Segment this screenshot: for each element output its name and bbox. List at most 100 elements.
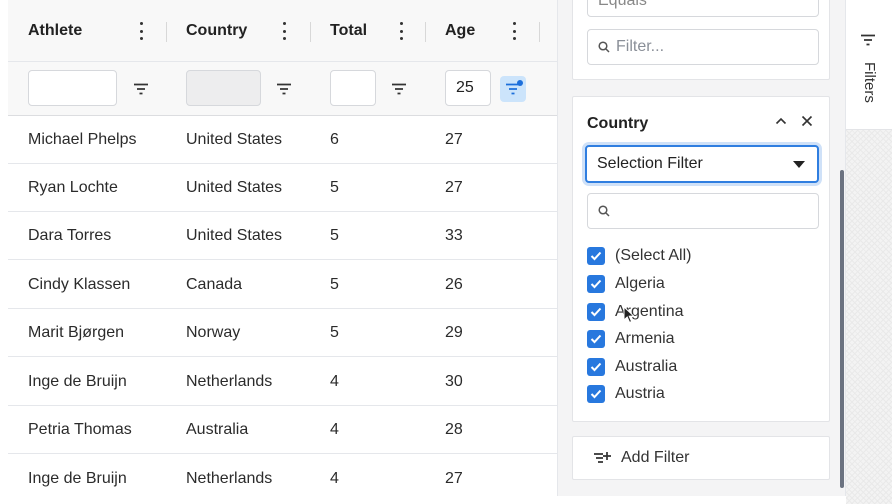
country-filter-title: Country (587, 115, 649, 132)
checkbox-checked[interactable] (587, 358, 605, 376)
cell-athlete: Dara Torres (28, 227, 112, 244)
data-grid: Athlete Country Total Age 25 Michael Phe… (8, 0, 558, 496)
filters-tool-panel: Equals Filter... Country Selection Filte… (558, 0, 846, 496)
athlete-filter-button[interactable] (128, 76, 154, 102)
cell-total: 5 (330, 227, 339, 244)
cell-athlete: Petria Thomas (28, 421, 132, 438)
cell-country: Netherlands (186, 373, 273, 390)
cell-age: 26 (445, 276, 463, 293)
cell-country: Norway (186, 324, 241, 341)
cell-athlete: Michael Phelps (28, 131, 137, 148)
floating-filter-row: 25 (8, 62, 557, 116)
total-filter-button[interactable] (386, 76, 412, 102)
filter-type-dropdown[interactable]: Selection Filter (585, 145, 819, 183)
checkbox-checked[interactable] (587, 330, 605, 348)
option-argentina[interactable]: Argentina (587, 301, 684, 323)
check-icon (590, 307, 602, 317)
cell-country: United States (186, 131, 283, 148)
cell-total: 5 (330, 324, 339, 341)
cell-age: 27 (445, 470, 463, 487)
cell-total: 6 (330, 131, 339, 148)
option-austria[interactable]: Austria (587, 383, 665, 405)
add-filter-label: Add Filter (621, 449, 690, 466)
age-filter-button-active[interactable] (500, 76, 526, 102)
total-filter-input[interactable] (330, 70, 376, 106)
checkbox-checked[interactable] (587, 275, 605, 293)
check-icon (590, 251, 602, 261)
close-icon[interactable] (801, 115, 813, 127)
table-row[interactable]: Inge de Bruijn Netherlands 4 27 (8, 455, 557, 496)
cell-age: 29 (445, 324, 463, 341)
country-menu-icon[interactable] (281, 22, 287, 40)
table-row[interactable]: Petria Thomas Australia 4 28 (8, 406, 557, 454)
table-row[interactable]: Cindy Klassen Canada 5 26 (8, 261, 557, 309)
cell-athlete: Inge de Bruijn (28, 373, 127, 390)
option-label: Austria (615, 385, 665, 402)
age-menu-icon[interactable] (511, 22, 517, 40)
age-filter-input[interactable]: 25 (445, 70, 491, 106)
table-row[interactable]: Ryan Lochte United States 5 27 (8, 164, 557, 212)
filter-icon (861, 34, 875, 46)
header-label: Age (445, 22, 476, 39)
check-icon (590, 279, 602, 289)
header-country[interactable]: Country (186, 0, 247, 62)
cell-age: 27 (445, 179, 463, 196)
filters-side-tab[interactable]: Filters (846, 0, 892, 130)
cell-athlete: Cindy Klassen (28, 276, 131, 293)
filter-placeholder: Filter... (616, 38, 665, 55)
cell-country: United States (186, 179, 283, 196)
cell-total: 5 (330, 276, 339, 293)
column-separator[interactable] (539, 22, 540, 42)
filter-icon (134, 83, 148, 95)
cell-athlete: Ryan Lochte (28, 179, 118, 196)
grid-header-row: Athlete Country Total Age (8, 0, 557, 62)
filter-value-input[interactable]: Filter... (587, 29, 819, 65)
cell-total: 4 (330, 421, 339, 438)
checkbox-checked[interactable] (587, 303, 605, 321)
mouse-cursor-icon (623, 306, 635, 324)
athlete-filter-input[interactable] (28, 70, 117, 106)
cell-country: Canada (186, 276, 243, 293)
option-select-all[interactable]: (Select All) (587, 245, 691, 267)
header-age[interactable]: Age (445, 0, 475, 62)
caret-down-icon (793, 161, 805, 168)
option-australia[interactable]: Australia (587, 356, 677, 378)
add-filter-button[interactable]: Add Filter (572, 436, 830, 480)
option-label: Australia (615, 358, 678, 375)
checkbox-checked[interactable] (587, 385, 605, 403)
filter-card-previous: Equals Filter... (572, 0, 830, 80)
country-filter-input[interactable] (186, 70, 261, 106)
table-row[interactable]: Dara Torres United States 5 33 (8, 212, 557, 260)
country-filter-button[interactable] (271, 76, 297, 102)
panel-scrollbar[interactable] (840, 170, 844, 488)
search-icon (598, 41, 610, 53)
country-search-input[interactable] (587, 193, 819, 229)
cell-athlete: Inge de Bruijn (28, 470, 127, 487)
column-separator[interactable] (166, 22, 167, 42)
cell-country: United States (186, 227, 283, 244)
athlete-menu-icon[interactable] (138, 22, 144, 40)
option-armenia[interactable]: Armenia (587, 328, 675, 350)
header-athlete[interactable]: Athlete (28, 0, 82, 62)
table-row[interactable]: Michael Phelps United States 6 27 (8, 116, 557, 164)
header-label: Athlete (28, 22, 83, 39)
option-algeria[interactable]: Algeria (587, 273, 665, 295)
checkbox-checked[interactable] (587, 247, 605, 265)
check-icon (590, 362, 602, 372)
header-label: Total (330, 22, 368, 39)
check-icon (590, 389, 602, 399)
column-separator[interactable] (310, 22, 311, 42)
filters-tab-label: Filters (861, 62, 878, 103)
country-filter-card: Country Selection Filter (Select All) Al… (572, 96, 830, 422)
column-separator[interactable] (425, 22, 426, 42)
total-menu-icon[interactable] (398, 22, 404, 40)
filter-type-select[interactable]: Equals (587, 0, 819, 17)
chevron-up-icon[interactable] (775, 116, 787, 126)
header-total[interactable]: Total (330, 0, 367, 62)
active-filter-indicator (517, 80, 523, 86)
table-row[interactable]: Marit Bjørgen Norway 5 29 (8, 309, 557, 357)
check-icon (590, 334, 602, 344)
cell-athlete: Marit Bjørgen (28, 324, 125, 341)
cell-age: 27 (445, 131, 463, 148)
table-row[interactable]: Inge de Bruijn Netherlands 4 30 (8, 358, 557, 406)
